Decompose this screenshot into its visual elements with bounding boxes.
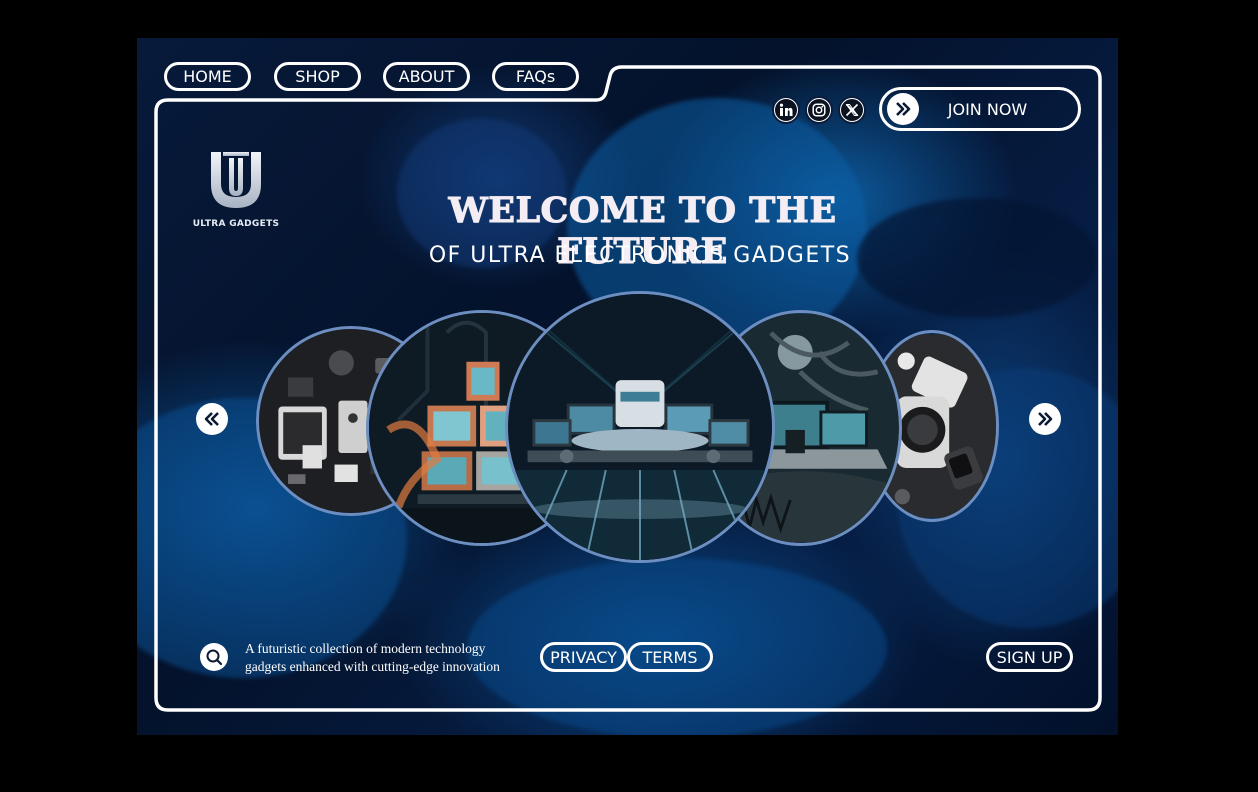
sign-up-button[interactable]: SIGN UP — [986, 642, 1073, 672]
nav-home-button[interactable]: HOME — [164, 62, 251, 91]
search-button[interactable] — [200, 643, 228, 671]
instagram-icon[interactable] — [805, 96, 833, 124]
nav-shop-button[interactable]: SHOP — [274, 62, 361, 91]
double-chevron-right-icon — [1038, 412, 1053, 426]
brand-name: ULTRA GADGETS — [192, 219, 280, 229]
join-now-button[interactable]: JOIN NOW — [879, 87, 1081, 131]
x-icon[interactable] — [838, 96, 866, 124]
nav-faqs-button[interactable]: FAQs — [492, 62, 579, 91]
double-chevron-left-icon — [204, 412, 219, 426]
tagline-line2: gadgets enhanced with cutting-edge innov… — [245, 659, 500, 674]
search-icon — [206, 649, 223, 666]
ultra-gadgets-logo-icon — [211, 152, 261, 208]
tagline-line1: A futuristic collection of modern techno… — [245, 641, 486, 656]
linkedin-icon[interactable] — [772, 96, 800, 124]
gallery-prev-button[interactable] — [196, 403, 228, 435]
gallery-next-button[interactable] — [1029, 403, 1061, 435]
nav-about-button[interactable]: ABOUT — [383, 62, 470, 91]
logo[interactable]: ULTRA GADGETS — [190, 150, 282, 229]
join-now-label: JOIN NOW — [947, 99, 1028, 119]
hero-subheadline: OF ULTRA ELECTRONICS GADGETS — [428, 243, 852, 268]
double-chevron-right-icon — [887, 93, 919, 125]
futuristic-devices-image[interactable] — [505, 291, 775, 563]
terms-button[interactable]: TERMS — [627, 642, 713, 672]
tagline: A futuristic collection of modern techno… — [245, 640, 545, 676]
privacy-button[interactable]: PRIVACY — [540, 642, 627, 672]
